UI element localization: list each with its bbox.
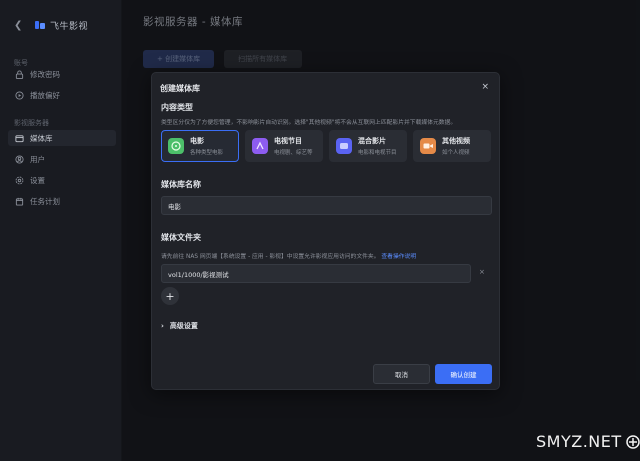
confirm-create-button[interactable]: 确认创建 xyxy=(435,364,492,384)
sidebar-item-label: 用户 xyxy=(30,154,45,164)
type-option-name: 电影 xyxy=(190,137,204,145)
media-folder-hint-text: 请先前往 NAS 网页端【系统设置 - 应用 - 影视】中设置允许影视应用访问的… xyxy=(161,254,380,260)
nav-group-server: 影视服务器 xyxy=(14,119,49,127)
type-option-desc: 各种类型电影 xyxy=(190,150,224,156)
dialog-title: 创建媒体库 xyxy=(160,84,200,93)
film-reel-icon xyxy=(168,138,184,154)
app-logo-icon xyxy=(35,21,45,29)
sidebar-item-change-password[interactable]: 修改密码 xyxy=(14,66,114,82)
sidebar-item-label: 修改密码 xyxy=(30,69,60,79)
type-option-tv[interactable]: 电视节目 电视剧、综艺等 xyxy=(245,130,323,162)
watermark-text: SMYZ.NET xyxy=(536,432,622,451)
sidebar-item-label: 任务计划 xyxy=(30,196,60,206)
sidebar-item-task-schedule[interactable]: 任务计划 xyxy=(14,193,114,209)
app-name: 飞牛影视 xyxy=(50,21,89,32)
content-type-options: 电影 各种类型电影 电视节目 电视剧、综艺等 混合影片 电影和电视节目 其他视频… xyxy=(161,130,491,162)
media-library-icon xyxy=(14,133,24,143)
sidebar-item-label: 播放偏好 xyxy=(30,90,60,100)
tv-show-icon xyxy=(252,138,268,154)
watermark-logo-icon xyxy=(625,434,640,449)
type-option-mixed[interactable]: 混合影片 电影和电视节目 xyxy=(329,130,407,162)
sidebar-item-users[interactable]: 用户 xyxy=(14,151,114,167)
watermark: SMYZ.NET xyxy=(536,432,640,451)
media-folder-title: 媒体文件夹 xyxy=(161,233,201,242)
calendar-icon xyxy=(14,196,24,206)
content-type-hint: 类型区分仅为了方便您管理，不影响影片自动识别。选择"其他视频"将不会从互联网上匹… xyxy=(161,120,457,126)
chevron-right-icon: › xyxy=(161,322,164,330)
mixed-media-icon xyxy=(336,138,352,154)
media-folder-hint: 请先前往 NAS 网页端【系统设置 - 应用 - 影视】中设置允许影视应用访问的… xyxy=(161,251,416,260)
type-option-desc: 如个人视频 xyxy=(442,150,470,156)
library-name-input[interactable]: 电影 xyxy=(161,196,492,215)
advanced-settings-label: 高级设置 xyxy=(169,322,198,330)
remove-folder-icon[interactable]: × xyxy=(479,268,485,276)
library-name-title: 媒体库名称 xyxy=(161,180,201,189)
type-option-name: 电视节目 xyxy=(274,137,302,145)
sidebar-item-label: 设置 xyxy=(30,175,45,185)
sidebar: ❮ 飞牛影视 账号 修改密码 播放偏好 影视服务器 媒体库 用户 设置 任务计划 xyxy=(0,0,122,461)
gear-icon xyxy=(14,175,24,185)
type-option-desc: 电视剧、综艺等 xyxy=(274,150,313,156)
type-option-movie[interactable]: 电影 各种类型电影 xyxy=(161,130,239,162)
advanced-settings-toggle[interactable]: › 高级设置 xyxy=(161,321,198,331)
type-option-other[interactable]: 其他视频 如个人视频 xyxy=(413,130,491,162)
user-icon xyxy=(14,154,24,164)
back-arrow-icon[interactable]: ❮ xyxy=(14,20,28,31)
play-circle-icon xyxy=(14,90,24,100)
lock-icon xyxy=(14,69,24,79)
sidebar-item-playback-preference[interactable]: 播放偏好 xyxy=(14,87,114,103)
type-option-name: 其他视频 xyxy=(442,137,470,145)
sidebar-item-label: 媒体库 xyxy=(30,133,53,143)
brand: ❮ 飞牛影视 xyxy=(14,18,88,32)
cancel-button[interactable]: 取消 xyxy=(373,364,430,384)
add-folder-button[interactable]: + xyxy=(161,287,179,305)
video-camera-icon xyxy=(420,138,436,154)
sidebar-item-media-library[interactable]: 媒体库 xyxy=(8,130,116,146)
folder-path-input[interactable]: vol1/1000/影视测试 xyxy=(161,264,471,283)
type-option-name: 混合影片 xyxy=(358,137,386,145)
close-icon[interactable]: × xyxy=(481,82,489,92)
content-type-title: 内容类型 xyxy=(161,103,193,112)
create-library-dialog: 创建媒体库 × 内容类型 类型区分仅为了方便您管理，不影响影片自动识别。选择"其… xyxy=(151,72,500,390)
view-instructions-link[interactable]: 查看操作说明 xyxy=(381,254,416,260)
sidebar-item-settings[interactable]: 设置 xyxy=(14,172,114,188)
type-option-desc: 电影和电视节目 xyxy=(358,150,397,156)
